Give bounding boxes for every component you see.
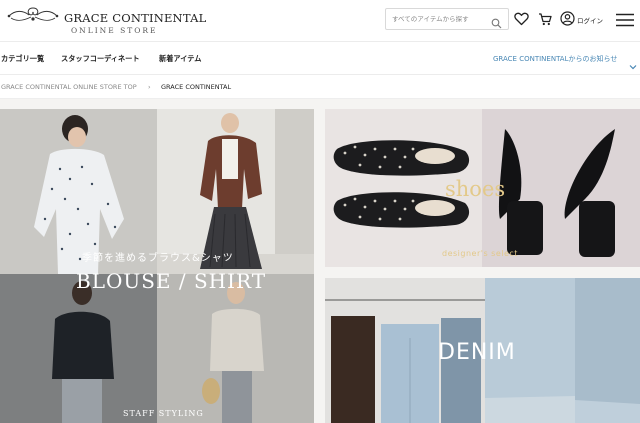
user-account-icon[interactable] (560, 11, 575, 30)
cart-icon[interactable] (538, 11, 552, 30)
banner-denim[interactable]: DENIM (325, 278, 640, 423)
login-link[interactable]: ログイン (577, 15, 603, 25)
hamburger-menu-icon[interactable] (616, 12, 634, 31)
brand-subtitle: ONLINE STORE (71, 26, 158, 35)
banner-blouse-shirt[interactable]: 季節を進めるブラウス&シャツ BLOUSE / SHIRT STAFF STYL… (0, 109, 314, 423)
main-nav: カテゴリ一覧 スタッフコーディネート 新着アイテム GRACE CONTINEN… (0, 42, 640, 75)
brand-logo[interactable]: GRACE CONTINENTAL ONLINE STORE (5, 4, 206, 38)
nav-item-new-arrivals[interactable]: 新着アイテム (159, 54, 201, 64)
favorite-heart-icon[interactable] (514, 11, 529, 30)
banner-blouse-subtitle: 季節を進めるブラウス&シャツ (82, 253, 234, 264)
nav-item-staff-coordinate[interactable]: スタッフコーディネート (61, 54, 140, 64)
logo-ornament-icon (7, 7, 59, 21)
banner-shoes-caption: designer's select (442, 249, 518, 258)
banner-blouse-title: BLOUSE / SHIRT (76, 269, 267, 293)
chevron-down-icon[interactable] (629, 55, 637, 74)
search-icon[interactable] (491, 14, 502, 33)
banner-shoes[interactable]: shoes designer's select (325, 109, 640, 267)
breadcrumb-item-store-top[interactable]: GRACE CONTINENTAL ONLINE STORE TOP (1, 83, 137, 91)
breadcrumb-item-current: GRACE CONTINENTAL (161, 83, 232, 91)
banner-shoes-title: shoes (445, 177, 506, 201)
blouse-collage-image (0, 109, 314, 423)
nav-item-category-list[interactable]: カテゴリ一覧 (1, 54, 44, 64)
site-header: GRACE CONTINENTAL ONLINE STORE ログイン (0, 0, 640, 42)
main-content: 季節を進めるブラウス&シャツ BLOUSE / SHIRT STAFF STYL… (0, 99, 640, 423)
banner-denim-title: DENIM (438, 340, 516, 365)
search-box (385, 8, 509, 30)
search-input[interactable] (386, 10, 486, 28)
banner-blouse-caption: STAFF STYLING (123, 409, 204, 418)
notice-link[interactable]: GRACE CONTINENTALからのお知らせ (493, 54, 617, 64)
brand-name: GRACE CONTINENTAL (64, 11, 207, 25)
breadcrumb-separator: › (148, 83, 151, 91)
breadcrumb: GRACE CONTINENTAL ONLINE STORE TOP › GRA… (0, 75, 640, 99)
